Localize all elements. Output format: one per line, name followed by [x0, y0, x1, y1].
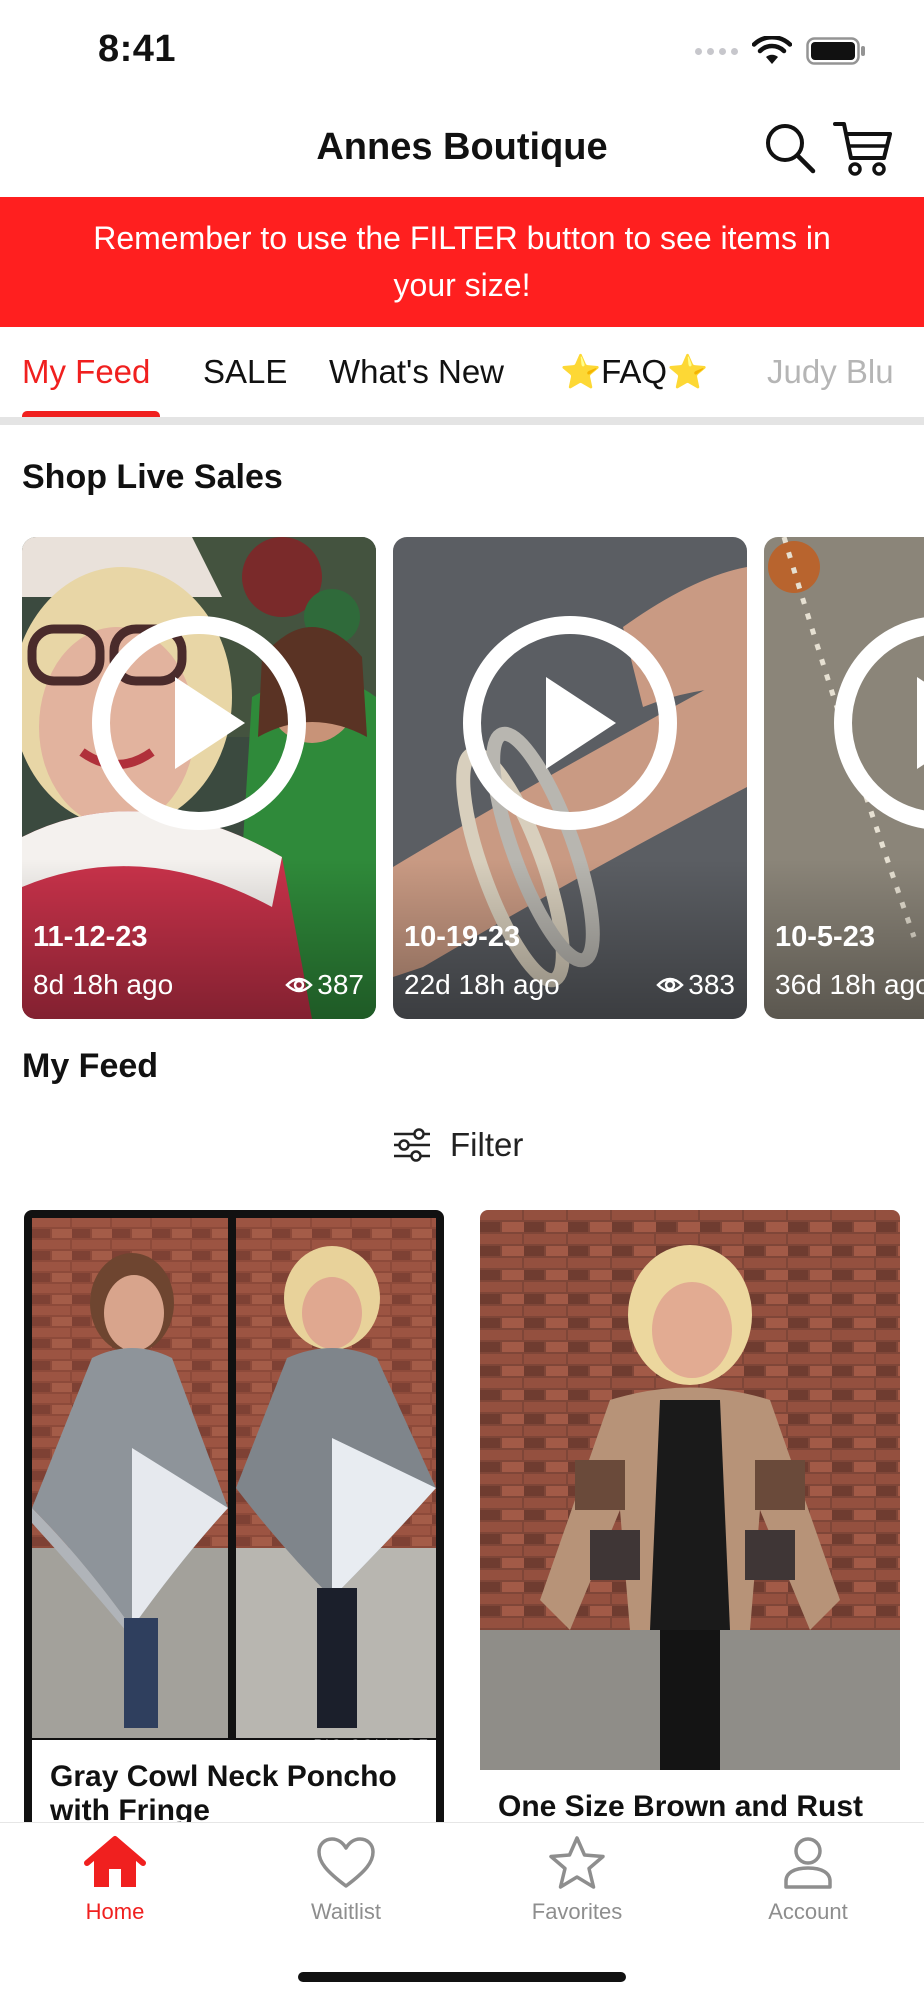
product-image: [480, 1210, 900, 1770]
active-tab-indicator: [22, 411, 160, 417]
person-icon: [784, 1837, 832, 1889]
bottom-tab-label: Home: [85, 1899, 145, 1924]
bottom-tab-label: Account: [768, 1899, 848, 1924]
live-sale-card[interactable]: 10-19-23 22d 18h ago 383: [393, 537, 747, 1019]
search-button[interactable]: [762, 120, 818, 176]
star-icon: [549, 1836, 605, 1889]
eye-icon: [285, 977, 314, 993]
live-sale-date: 11-12-23: [33, 921, 148, 953]
tab-faq[interactable]: ⭐FAQ⭐: [560, 353, 708, 392]
live-sale-card[interactable]: 10-5-23 36d 18h ago: [764, 537, 924, 1019]
status-icons: [695, 36, 866, 66]
category-tab-bar: My Feed SALE What's New ⭐FAQ⭐ Judy Blu: [0, 327, 924, 425]
live-sale-time-ago: 22d 18h ago: [404, 969, 560, 1000]
bottom-tab-account[interactable]: Account: [728, 1835, 888, 1925]
eye-icon: [656, 977, 685, 993]
bottom-tab-home[interactable]: Home: [35, 1835, 195, 1925]
nav-header: Annes Boutique: [0, 100, 924, 197]
product-name: One Size Brown and Rust: [480, 1770, 900, 1830]
battery-icon: [806, 37, 865, 65]
tab-sale[interactable]: SALE: [203, 353, 287, 391]
product-image: [32, 1218, 436, 1738]
status-time: 8:41: [98, 28, 177, 70]
bottom-tab-favorites[interactable]: Favorites: [497, 1835, 657, 1925]
home-icon: [84, 1836, 146, 1887]
promo-banner[interactable]: Remember to use the FILTER button to see…: [0, 197, 924, 327]
cellular-signal-icon: [695, 47, 738, 55]
promo-banner-text: Remember to use the FILTER button to see…: [93, 220, 831, 303]
live-sale-view-count: 383: [688, 969, 735, 1000]
cart-icon: [833, 122, 892, 176]
bottom-tab-waitlist[interactable]: Waitlist: [266, 1835, 426, 1925]
live-sale-date: 10-5-23: [775, 921, 875, 953]
filter-label: Filter: [450, 1126, 524, 1163]
filter-sliders-icon: [394, 1128, 430, 1162]
play-icon: [92, 616, 306, 830]
tab-my-feed[interactable]: My Feed: [22, 353, 150, 391]
tab-whats-new[interactable]: What's New: [329, 353, 504, 391]
live-sale-views: 387: [285, 969, 364, 1001]
home-indicator: [298, 1972, 626, 1982]
cart-button[interactable]: [832, 118, 894, 180]
product-card[interactable]: One Size Brown and Rust: [480, 1210, 900, 1830]
wifi-icon: [752, 36, 792, 64]
feed-title: My Feed: [22, 1047, 159, 1085]
search-icon: [766, 124, 816, 174]
live-sale-views: 383: [656, 969, 735, 1001]
filter-button[interactable]: Filter: [392, 1126, 523, 1164]
status-bar: 8:41: [0, 0, 924, 100]
tab-judy-blue[interactable]: Judy Blu: [767, 353, 894, 391]
live-sales-title: Shop Live Sales: [22, 458, 283, 496]
live-sale-card[interactable]: 11-12-23 8d 18h ago 387: [22, 537, 376, 1019]
product-name: Gray Cowl Neck Poncho with Fringe: [32, 1740, 436, 1830]
product-card[interactable]: PIC•COLLAGE Gray Cowl Neck Poncho with F…: [24, 1210, 444, 1830]
live-sale-time-ago: 8d 18h ago: [33, 969, 174, 1000]
bottom-tab-label: Waitlist: [310, 1899, 382, 1924]
play-icon: [834, 617, 924, 829]
bottom-tab-label: Favorites: [531, 1899, 623, 1924]
live-sales-carousel[interactable]: 11-12-23 8d 18h ago 387 10-19-23 22d 18h…: [0, 537, 924, 1019]
live-sale-view-count: 387: [317, 969, 364, 1000]
play-icon: [463, 616, 677, 830]
heart-icon: [317, 1837, 375, 1888]
live-sale-date: 10-19-23: [404, 921, 521, 953]
live-sale-time-ago: 36d 18h ago: [775, 969, 924, 1000]
